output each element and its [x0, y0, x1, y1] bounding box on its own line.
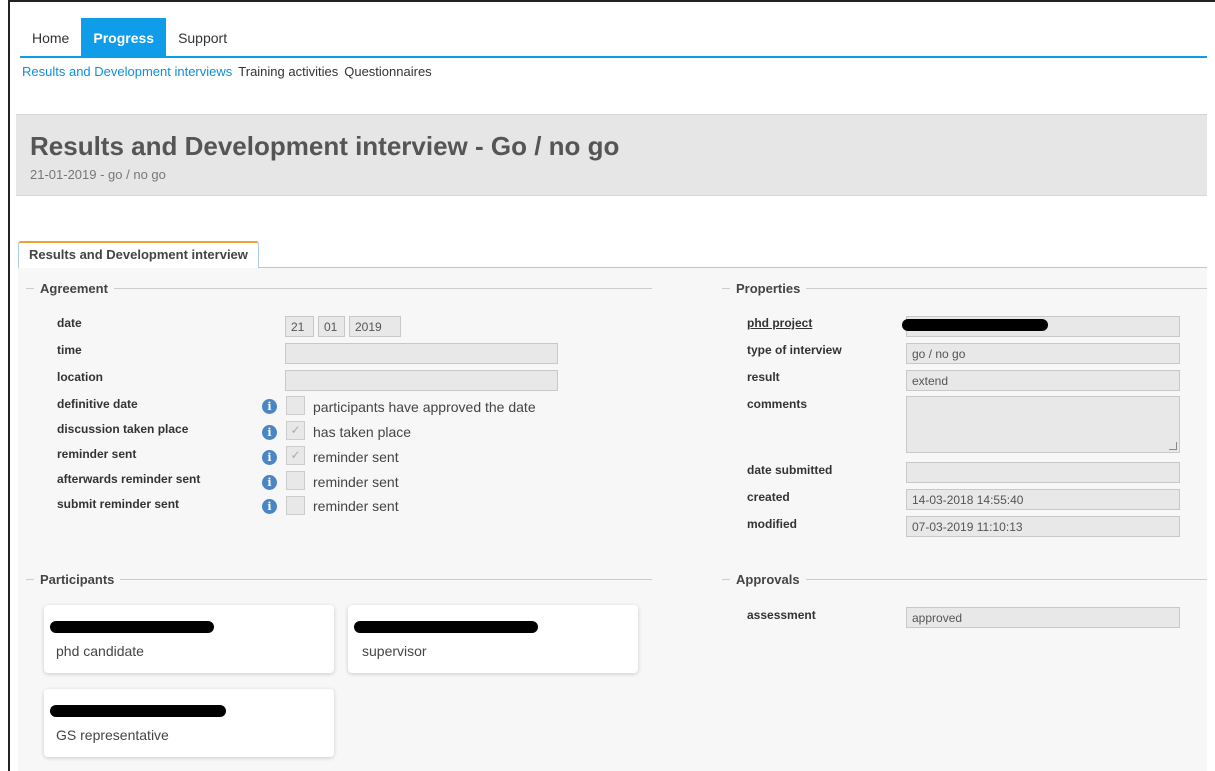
participant-card[interactable]: GS representative [44, 689, 334, 757]
participant-card[interactable]: phd candidate [44, 605, 334, 673]
info-icon[interactable]: i [262, 499, 277, 514]
reminder-checkbox[interactable]: ✓ [286, 446, 305, 465]
comments-textarea[interactable] [906, 396, 1180, 453]
info-icon[interactable]: i [262, 475, 277, 490]
nav-tab-support[interactable]: Support [166, 18, 239, 58]
definitive-date-label: definitive date [57, 397, 138, 411]
created-label: created [747, 490, 790, 504]
sub-nav: Results and Development interviews Train… [22, 64, 432, 79]
type-of-interview-label: type of interview [747, 343, 842, 357]
redaction-mark [50, 621, 214, 633]
tab-results-development-interview[interactable]: Results and Development interview [18, 241, 259, 268]
reminder-label: reminder sent [57, 447, 137, 461]
redaction-mark [50, 705, 226, 717]
date-submitted-label: date submitted [747, 463, 833, 477]
location-label: location [57, 370, 104, 384]
submit-reminder-text: reminder sent [313, 498, 399, 514]
date-day-input[interactable]: 21 [285, 316, 314, 337]
definitive-date-text: participants have approved the date [313, 399, 536, 415]
discussion-checkbox[interactable]: ✓ [286, 421, 305, 440]
nav-tab-home[interactable]: Home [20, 18, 81, 58]
info-icon[interactable]: i [262, 450, 277, 465]
date-label: date [57, 316, 82, 330]
assessment-label: assessment [747, 608, 816, 622]
modified-input: 07-03-2019 11:10:13 [906, 516, 1180, 537]
time-label: time [57, 343, 82, 357]
subnav-results-development[interactable]: Results and Development interviews [22, 64, 232, 79]
participant-role: supervisor [362, 643, 427, 659]
agreement-legend: Agreement [26, 280, 652, 296]
discussion-text: has taken place [313, 424, 412, 440]
discussion-label: discussion taken place [57, 422, 189, 436]
type-of-interview-input[interactable]: go / no go [906, 343, 1180, 364]
participant-card[interactable]: supervisor [348, 605, 638, 673]
phd-project-link[interactable]: phd project [747, 316, 812, 330]
resize-handle-icon[interactable] [1169, 442, 1177, 450]
afterwards-reminder-label: afterwards reminder sent [57, 472, 201, 486]
subnav-training-activities[interactable]: Training activities [238, 64, 338, 79]
redaction-mark [354, 621, 538, 633]
submit-reminder-checkbox[interactable] [286, 496, 305, 515]
participant-role: phd candidate [56, 643, 144, 659]
reminder-text: reminder sent [313, 449, 399, 465]
location-input[interactable] [285, 370, 558, 391]
comments-label: comments [747, 397, 808, 411]
result-input[interactable]: extend [906, 370, 1180, 391]
nav-divider [20, 56, 1207, 58]
created-input: 14-03-2018 14:55:40 [906, 489, 1180, 510]
page-header: Results and Development interview - Go /… [16, 114, 1207, 196]
redaction-mark [902, 319, 1048, 331]
info-icon[interactable]: i [262, 425, 277, 440]
date-submitted-input[interactable] [906, 462, 1180, 483]
info-icon[interactable]: i [262, 399, 277, 414]
afterwards-reminder-checkbox[interactable] [286, 471, 305, 490]
participants-legend: Participants [26, 571, 652, 587]
date-month-input[interactable]: 01 [318, 316, 345, 337]
definitive-date-checkbox[interactable] [286, 396, 305, 415]
subnav-questionnaires[interactable]: Questionnaires [344, 64, 431, 79]
afterwards-reminder-text: reminder sent [313, 474, 399, 490]
approvals-legend: Approvals [722, 571, 1207, 587]
page-subtitle: 21-01-2019 - go / no go [30, 167, 166, 182]
time-input[interactable] [285, 343, 558, 364]
submit-reminder-label: submit reminder sent [57, 497, 180, 511]
page-title: Results and Development interview - Go /… [30, 131, 620, 161]
date-year-input[interactable]: 2019 [349, 316, 401, 337]
assessment-input: approved [906, 607, 1180, 628]
result-label: result [747, 370, 780, 384]
main-nav: Home Progress Support [20, 18, 239, 58]
modified-label: modified [747, 517, 797, 531]
nav-tab-progress[interactable]: Progress [81, 18, 167, 58]
participant-role: GS representative [56, 727, 169, 743]
properties-legend: Properties [722, 280, 1207, 296]
